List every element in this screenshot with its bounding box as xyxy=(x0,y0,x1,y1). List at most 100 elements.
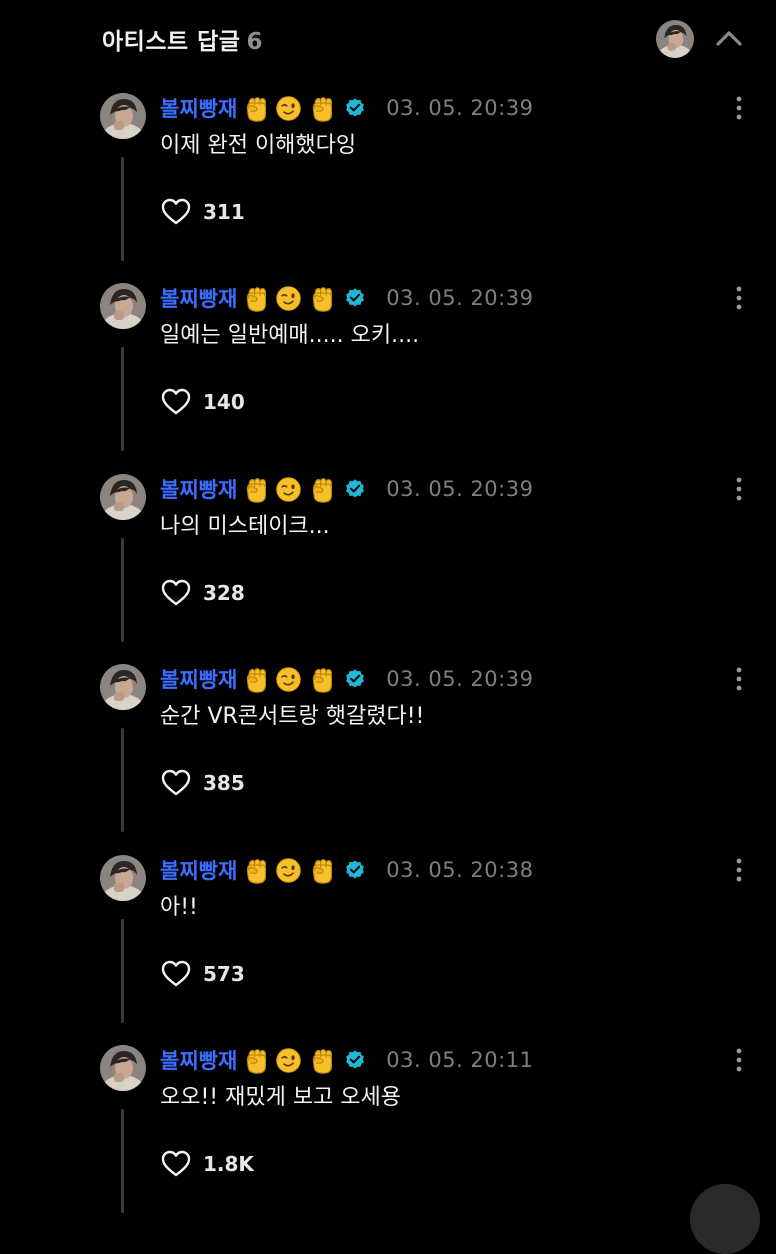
reply-timestamp: 03. 05. 20:39 xyxy=(386,477,534,501)
reply-timestamp: 03. 05. 20:39 xyxy=(386,286,534,310)
reply-text: 일예는 일반예매..... 오키.... xyxy=(160,323,420,348)
header-title-text: 아티스트 답글 xyxy=(102,29,241,55)
author-avatar[interactable] xyxy=(100,93,146,139)
reply-meta: 볼찌빵재 03. 05. 20:39 xyxy=(160,93,533,123)
reply-item: 볼찌빵재 03. 05. 20:39 순간 VR콘서트랑 햇갈렸다!! 385 xyxy=(0,664,776,854)
more-options-button[interactable] xyxy=(730,1045,748,1075)
raised-fist-emoji-icon xyxy=(307,94,336,123)
raised-fist-emoji-icon xyxy=(241,665,270,694)
winking-face-emoji-icon xyxy=(274,1046,303,1075)
heart-icon xyxy=(159,767,193,799)
more-vertical-icon xyxy=(730,664,748,694)
verified-badge-icon xyxy=(344,287,366,309)
winking-face-emoji-icon xyxy=(274,475,303,504)
verified-badge-icon xyxy=(344,668,366,690)
author-avatar[interactable] xyxy=(100,664,146,710)
winking-face-emoji-icon xyxy=(274,94,303,123)
thread-line xyxy=(121,157,124,261)
reply-timestamp: 03. 05. 20:11 xyxy=(386,1048,534,1072)
thread-line xyxy=(121,728,124,832)
verified-badge-icon xyxy=(344,859,366,881)
more-vertical-icon xyxy=(730,855,748,885)
author-name[interactable]: 볼찌빵재 xyxy=(160,855,237,885)
author-avatar[interactable] xyxy=(100,1045,146,1091)
reply-text: 나의 미스테이크... xyxy=(160,514,330,539)
floating-action-button[interactable] xyxy=(690,1184,760,1254)
author-name[interactable]: 볼찌빵재 xyxy=(160,1045,237,1075)
more-vertical-icon xyxy=(730,1045,748,1075)
reply-meta: 볼찌빵재 03. 05. 20:39 xyxy=(160,664,533,694)
author-avatar[interactable] xyxy=(100,283,146,329)
like-button[interactable]: 1.8K xyxy=(159,1149,254,1179)
raised-fist-emoji-icon xyxy=(241,856,270,885)
author-name[interactable]: 볼찌빵재 xyxy=(160,474,237,504)
winking-face-emoji-icon xyxy=(274,284,303,313)
reply-text: 아!! xyxy=(160,895,198,920)
collapse-button[interactable] xyxy=(712,22,746,56)
raised-fist-emoji-icon xyxy=(241,475,270,504)
raised-fist-emoji-icon xyxy=(241,284,270,313)
like-count: 1.8K xyxy=(203,1152,254,1176)
verified-badge-icon xyxy=(344,478,366,500)
author-name[interactable]: 볼찌빵재 xyxy=(160,664,237,694)
raised-fist-emoji-icon xyxy=(307,284,336,313)
raised-fist-emoji-icon xyxy=(241,1046,270,1075)
heart-icon xyxy=(159,386,193,418)
like-button[interactable]: 311 xyxy=(159,197,245,227)
reply-count: 6 xyxy=(246,29,263,55)
like-count: 385 xyxy=(203,771,245,795)
winking-face-emoji-icon xyxy=(274,856,303,885)
author-avatar[interactable] xyxy=(100,474,146,520)
more-options-button[interactable] xyxy=(730,283,748,313)
raised-fist-emoji-icon xyxy=(307,475,336,504)
like-button[interactable]: 328 xyxy=(159,578,245,608)
chevron-up-icon xyxy=(716,31,742,46)
artist-replies-header: 아티스트 답글 6 xyxy=(0,0,776,80)
more-vertical-icon xyxy=(730,93,748,123)
reply-meta: 볼찌빵재 03. 05. 20:38 xyxy=(160,855,533,885)
reply-text: 오오!! 재밌게 보고 오세용 xyxy=(160,1085,402,1110)
more-options-button[interactable] xyxy=(730,474,748,504)
header-title: 아티스트 답글 6 xyxy=(102,22,263,56)
reply-item: 볼찌빵재 03. 05. 20:39 일예는 일반예매..... 오키.... … xyxy=(0,283,776,473)
thread-line xyxy=(121,347,124,451)
reply-text: 순간 VR콘서트랑 햇갈렸다!! xyxy=(160,704,425,729)
thread-line xyxy=(121,538,124,642)
like-count: 328 xyxy=(203,581,245,605)
more-options-button[interactable] xyxy=(730,93,748,123)
more-options-button[interactable] xyxy=(730,664,748,694)
reply-meta: 볼찌빵재 03. 05. 20:11 xyxy=(160,1045,533,1075)
reply-timestamp: 03. 05. 20:39 xyxy=(386,667,534,691)
more-vertical-icon xyxy=(730,474,748,504)
reply-item: 볼찌빵재 03. 05. 20:39 나의 미스테이크... 328 xyxy=(0,474,776,664)
like-button[interactable]: 385 xyxy=(159,768,245,798)
raised-fist-emoji-icon xyxy=(241,94,270,123)
heart-icon xyxy=(159,577,193,609)
verified-badge-icon xyxy=(344,1049,366,1071)
author-name[interactable]: 볼찌빵재 xyxy=(160,283,237,313)
raised-fist-emoji-icon xyxy=(307,856,336,885)
raised-fist-emoji-icon xyxy=(307,665,336,694)
raised-fist-emoji-icon xyxy=(307,1046,336,1075)
header-avatar[interactable] xyxy=(656,20,694,58)
reply-timestamp: 03. 05. 20:39 xyxy=(386,96,534,120)
like-button[interactable]: 573 xyxy=(159,959,245,989)
verified-badge-icon xyxy=(344,97,366,119)
winking-face-emoji-icon xyxy=(274,665,303,694)
heart-icon xyxy=(159,196,193,228)
reply-item: 볼찌빵재 03. 05. 20:38 아!! 573 xyxy=(0,855,776,1045)
more-options-button[interactable] xyxy=(730,855,748,885)
author-name[interactable]: 볼찌빵재 xyxy=(160,93,237,123)
reply-timestamp: 03. 05. 20:38 xyxy=(386,858,534,882)
more-vertical-icon xyxy=(730,283,748,313)
reply-item: 볼찌빵재 03. 05. 20:39 이제 완전 이해했다잉 311 xyxy=(0,93,776,283)
like-count: 573 xyxy=(203,962,245,986)
author-avatar[interactable] xyxy=(100,855,146,901)
heart-icon xyxy=(159,1148,193,1180)
like-button[interactable]: 140 xyxy=(159,387,245,417)
reply-meta: 볼찌빵재 03. 05. 20:39 xyxy=(160,283,533,313)
like-count: 140 xyxy=(203,390,245,414)
reply-meta: 볼찌빵재 03. 05. 20:39 xyxy=(160,474,533,504)
like-count: 311 xyxy=(203,200,245,224)
heart-icon xyxy=(159,958,193,990)
